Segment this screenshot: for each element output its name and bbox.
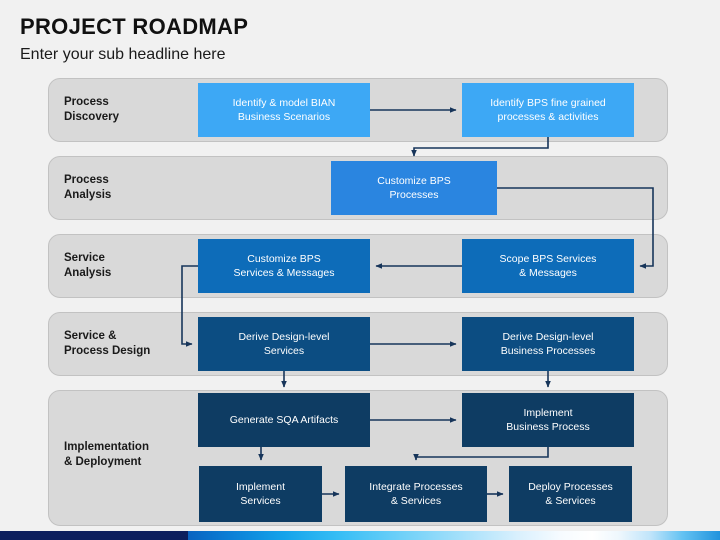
box-customize-bps-processes[interactable]: Customize BPS Processes <box>331 161 497 215</box>
box-customize-bps-services[interactable]: Customize BPS Services & Messages <box>198 239 370 293</box>
box-integrate-processes-services[interactable]: Integrate Processes & Services <box>345 466 487 522</box>
box-implement-business-process[interactable]: Implement Business Process <box>462 393 634 447</box>
box-derive-design-level-business-processes[interactable]: Derive Design-level Business Processes <box>462 317 634 371</box>
box-implement-services[interactable]: Implement Services <box>199 466 322 522</box>
footer-navy-segment <box>0 531 188 540</box>
box-scope-bps-services[interactable]: Scope BPS Services & Messages <box>462 239 634 293</box>
lane-label-service-process-design: Service & Process Design <box>64 330 151 357</box>
lane-label-process-discovery: Process Discovery <box>64 96 119 123</box>
lane-label-service-analysis: Service Analysis <box>64 252 112 279</box>
footer-gradient-segment <box>188 531 720 540</box>
box-identify-bps-fine-grained[interactable]: Identify BPS fine grained processes & ac… <box>462 83 634 137</box>
box-generate-sqa-artifacts[interactable]: Generate SQA Artifacts <box>198 393 370 447</box>
box-identify-model-bian[interactable]: Identify & model BIAN Business Scenarios <box>198 83 370 137</box>
page-title: PROJECT ROADMAP <box>20 14 249 39</box>
lane-label-process-analysis: Process Analysis <box>64 174 112 201</box>
box-derive-design-level-services[interactable]: Derive Design-level Services <box>198 317 370 371</box>
box-deploy-processes-services[interactable]: Deploy Processes & Services <box>509 466 632 522</box>
page-subtitle: Enter your sub headline here <box>20 46 226 63</box>
lane-label-implementation-deployment: Implementation & Deployment <box>64 441 149 468</box>
footer-accent-bar <box>0 531 720 540</box>
slide-canvas: PROJECT ROADMAP Enter your sub headline … <box>0 0 720 540</box>
